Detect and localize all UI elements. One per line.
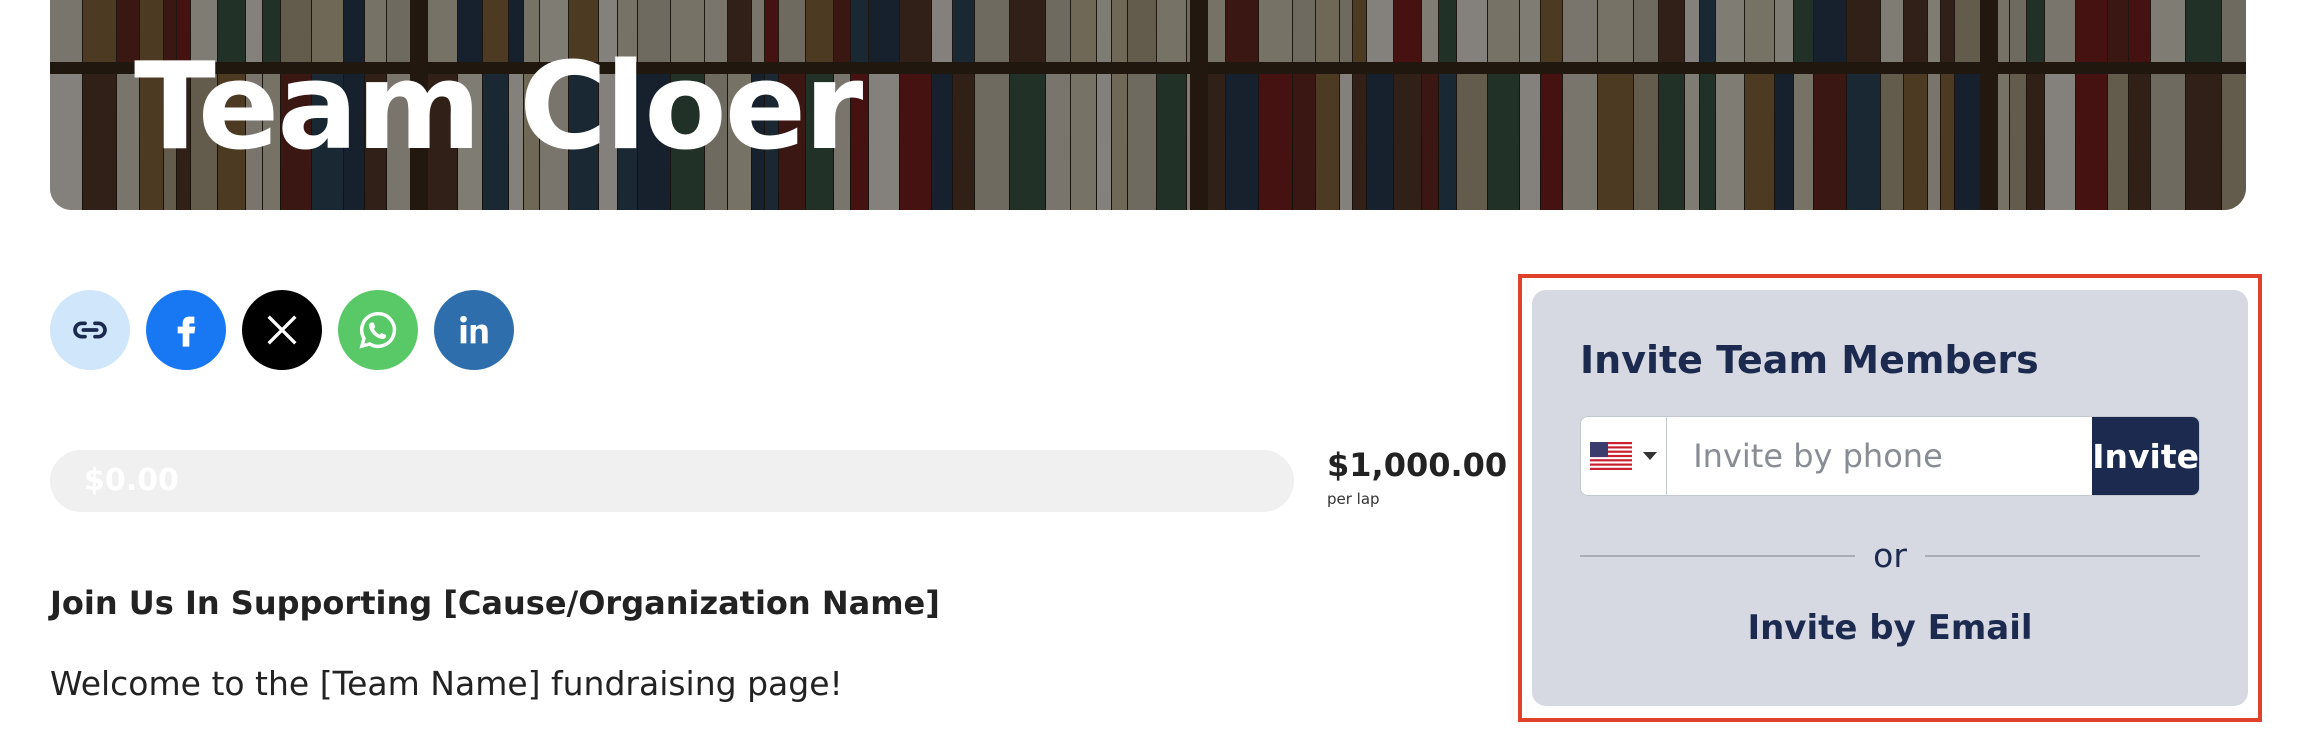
fundraising-progress-bar: $0.00 [50,450,1294,512]
copy-link-button[interactable] [50,290,130,370]
welcome-text: Welcome to the [Team Name] fundraising p… [50,664,843,703]
facebook-icon [177,316,196,347]
country-code-select[interactable] [1581,417,1668,495]
team-title: Team Cloer [134,38,863,177]
x-icon [267,315,297,345]
linkedin-icon [460,315,488,344]
facebook-share-button[interactable] [146,290,226,370]
goal-unit: per lap [1327,490,1380,508]
phone-invite-row: Invite [1580,416,2200,496]
chevron-down-icon [1642,452,1657,460]
goal-amount: $1,000.00 [1327,446,1508,484]
x-share-button[interactable] [242,290,322,370]
link-icon [73,321,107,339]
whatsapp-icon [359,311,397,349]
goal-block: $1,000.00 per lap [1327,446,1507,508]
divider-line [1924,554,2201,557]
share-buttons [50,290,514,370]
invite-title: Invite Team Members [1580,338,2039,382]
invite-by-email-link[interactable]: Invite by Email [1532,608,2248,648]
whatsapp-share-button[interactable] [338,290,418,370]
fundraising-page: Team Cloer $0.00 $1,000.00 per lap Join … [0,0,2310,732]
hero-banner: Team Cloer [50,0,2246,210]
invite-team-members-card: Invite Team Members Invite by phone Invi… [1532,290,2248,706]
invite-button[interactable]: Invite [2092,417,2199,495]
campaign-headline: Join Us In Supporting [Cause/Organizatio… [50,584,940,622]
or-divider: or [1580,536,2201,575]
raised-amount: $0.00 [84,463,179,498]
phone-input[interactable] [1667,417,2093,495]
linkedin-share-button[interactable] [434,290,514,370]
us-flag-icon [1589,442,1632,470]
divider-line [1580,554,1856,557]
or-text: or [1873,536,1907,575]
